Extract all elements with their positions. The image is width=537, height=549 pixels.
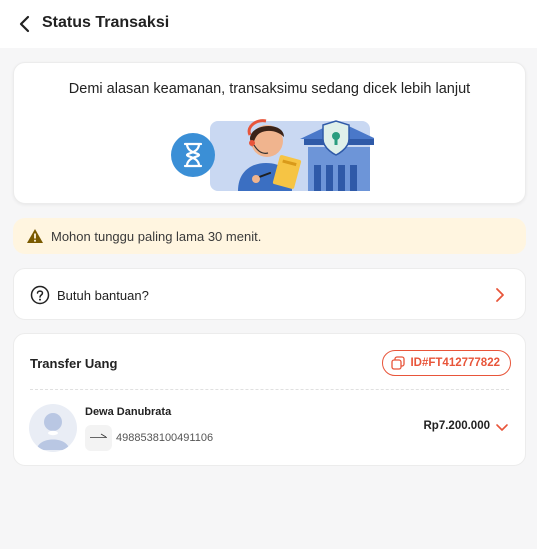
back-arrow-icon[interactable]	[14, 13, 36, 35]
warning-text: Mohon tunggu paling lama 30 menit.	[51, 229, 262, 244]
copy-icon	[391, 356, 406, 370]
question-circle-icon	[30, 285, 50, 305]
transaction-id-copy-button[interactable]: ID#FT412777822	[382, 350, 511, 376]
help-row[interactable]: Butuh bantuan?	[13, 268, 526, 320]
security-check-illustration	[171, 119, 374, 191]
transaction-card: Transfer Uang ID#FT412777822 Dewa Danubr…	[13, 333, 526, 466]
chevron-right-icon	[496, 288, 504, 302]
transaction-amount: Rp7.200.000	[423, 420, 491, 432]
transaction-type: Transfer Uang	[30, 356, 118, 371]
transaction-id: ID#FT412777822	[410, 357, 500, 369]
warning-triangle-icon	[27, 229, 43, 243]
bank-logo-icon	[90, 433, 107, 438]
user-placeholder-icon	[37, 413, 69, 450]
help-label: Butuh bantuan?	[57, 288, 149, 303]
status-card: Demi alasan keamanan, transaksimu sedang…	[13, 62, 526, 204]
recipient-name: Dewa Danubrata	[85, 406, 172, 418]
wait-warning-banner: Mohon tunggu paling lama 30 menit.	[13, 218, 526, 254]
chevron-down-icon[interactable]	[495, 422, 509, 434]
status-message: Demi alasan keamanan, transaksimu sedang…	[68, 81, 471, 97]
divider	[30, 389, 509, 390]
page-title: Status Transaksi	[42, 14, 170, 31]
account-number: 4988538100491106	[116, 432, 214, 444]
bank-logo	[85, 425, 112, 451]
hourglass-icon	[171, 133, 215, 177]
top-bar: Status Transaksi	[0, 0, 537, 48]
avatar	[29, 404, 77, 452]
